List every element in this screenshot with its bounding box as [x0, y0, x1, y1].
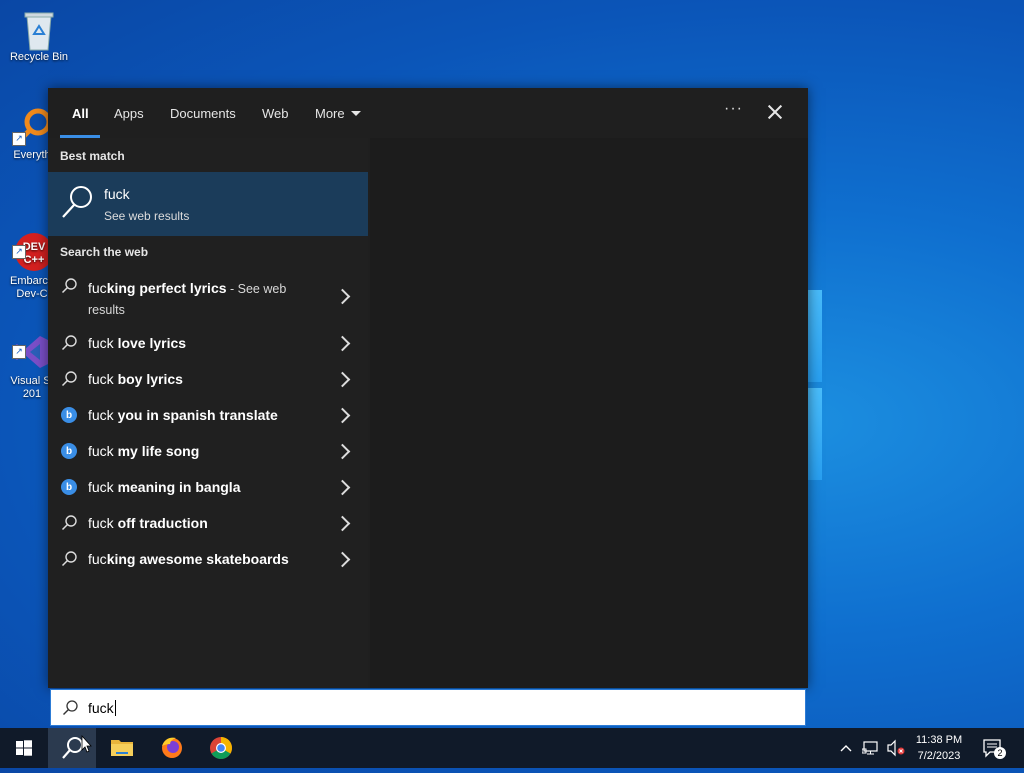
- taskbar: 11:38 PM 7/2/2023 2: [0, 728, 1024, 768]
- results-list: Best match fuck See web results Search t…: [48, 138, 368, 688]
- desktop-icon-label: Everyth: [13, 149, 51, 161]
- taskbar-search-button[interactable]: [48, 728, 96, 768]
- preview-pane: [370, 138, 808, 688]
- web-suggestion-item[interactable]: b fuck you in spanish translate: [48, 405, 368, 425]
- desktop-icon-recycle-bin[interactable]: Recycle Bin: [3, 8, 75, 64]
- tab-more-label: More: [315, 106, 345, 121]
- suggestion-completion: king perfect lyrics: [106, 280, 227, 296]
- taskbar-file-explorer[interactable]: [98, 728, 146, 768]
- firefox-icon: [162, 737, 182, 758]
- suggestion-completion: off traduction: [113, 515, 208, 531]
- network-icon[interactable]: [861, 739, 880, 757]
- web-suggestion-item[interactable]: fuck love lyrics: [48, 333, 368, 353]
- chevron-up-icon[interactable]: [838, 740, 854, 756]
- notifications-button[interactable]: 2: [982, 738, 1006, 760]
- clock-time: 11:38 PM: [915, 734, 963, 746]
- close-icon[interactable]: [765, 102, 785, 122]
- text-caret: [114, 700, 116, 716]
- web-suggestion-item[interactable]: fuck boy lyrics: [48, 369, 368, 389]
- folder-icon: [111, 740, 133, 756]
- best-match-title: fuck: [104, 186, 130, 202]
- search-web-heading: Search the web: [60, 245, 149, 259]
- search-icon: [61, 278, 77, 294]
- taskbar-chrome[interactable]: [197, 728, 245, 768]
- search-icon: [61, 515, 77, 531]
- more-options-button[interactable]: ···: [724, 100, 743, 118]
- windows-icon: [16, 740, 32, 756]
- tab-web[interactable]: Web: [262, 106, 289, 121]
- web-suggestion-item[interactable]: fucking perfect lyrics - See web results: [48, 278, 368, 320]
- search-icon: [61, 551, 77, 567]
- taskbar-firefox[interactable]: [148, 728, 196, 768]
- best-match-subtitle: See web results: [104, 209, 190, 223]
- search-icon: [61, 335, 77, 351]
- suggestion-completion: king awesome skateboards: [106, 551, 289, 567]
- suggestion-suffix-line2: results: [88, 303, 125, 317]
- notification-count: 2: [994, 747, 1006, 759]
- search-tabs: All Apps Documents Web More ···: [48, 88, 808, 138]
- suggestion-prefix: fuc: [88, 280, 107, 296]
- web-suggestion-item[interactable]: b fuck meaning in bangla: [48, 477, 368, 497]
- chevron-right-icon: [334, 443, 351, 460]
- magnifier-app-icon: ↗: [12, 106, 52, 146]
- suggestion-completion: meaning in bangla: [113, 479, 241, 495]
- devcpp-app-icon: DEV C++ ↗: [12, 219, 53, 271]
- suggestion-prefix: fuck: [88, 407, 114, 423]
- suggestion-prefix: fuck: [88, 515, 114, 531]
- chevron-right-icon: [334, 551, 351, 568]
- web-suggestion-item[interactable]: fuck off traduction: [48, 513, 368, 533]
- tab-all[interactable]: All: [72, 106, 89, 121]
- suggestion-completion: love lyrics: [113, 335, 187, 351]
- clock[interactable]: 11:38 PM 7/2/2023: [910, 732, 968, 764]
- svg-text:C++: C++: [24, 254, 45, 266]
- recycle-bin-icon: [19, 8, 59, 51]
- tab-documents[interactable]: Documents: [170, 106, 236, 121]
- search-input-value: fuck: [88, 700, 114, 716]
- bing-icon: b: [61, 443, 77, 459]
- bing-icon: b: [61, 407, 77, 423]
- suggestion-prefix: fuck: [88, 479, 114, 495]
- search-input[interactable]: fuck: [50, 689, 806, 726]
- suggestion-prefix: fuck: [88, 371, 114, 387]
- suggestion-suffix: - See web: [226, 282, 287, 296]
- shortcut-arrow-icon: ↗: [12, 245, 26, 259]
- search-panel: All Apps Documents Web More ··· Best mat…: [48, 88, 808, 688]
- desktop-icon-label: Recycle Bin: [9, 51, 69, 63]
- web-suggestion-item[interactable]: b fuck my life song: [48, 441, 368, 461]
- clock-date: 7/2/2023: [917, 750, 961, 762]
- visual-studio-app-icon: ↗: [12, 319, 52, 368]
- chevron-right-icon: [334, 335, 351, 352]
- chrome-icon: [210, 737, 232, 759]
- chevron-right-icon: [334, 515, 351, 532]
- shortcut-arrow-icon: ↗: [12, 345, 26, 359]
- suggestion-prefix: fuck: [88, 335, 114, 351]
- search-icon: [61, 371, 77, 387]
- volume-muted-icon[interactable]: [886, 739, 906, 757]
- chevron-down-icon: [350, 111, 361, 116]
- tab-more[interactable]: More: [315, 106, 361, 121]
- suggestion-completion: my life song: [113, 443, 200, 459]
- web-suggestion-item[interactable]: fucking awesome skateboards: [48, 549, 368, 569]
- best-match-item[interactable]: fuck See web results: [48, 172, 368, 236]
- chevron-right-icon: [334, 288, 351, 305]
- suggestion-completion: you in spanish translate: [113, 407, 278, 423]
- shortcut-arrow-icon: ↗: [12, 132, 26, 146]
- chevron-right-icon: [334, 479, 351, 496]
- suggestion-prefix: fuck: [88, 443, 114, 459]
- chevron-right-icon: [334, 371, 351, 388]
- best-match-heading: Best match: [60, 149, 125, 163]
- search-icon: [62, 734, 92, 759]
- search-icon: [60, 184, 96, 220]
- bing-icon: b: [61, 479, 77, 495]
- suggestion-prefix: fuc: [88, 551, 107, 567]
- start-button[interactable]: [0, 728, 48, 768]
- suggestion-completion: boy lyrics: [113, 371, 183, 387]
- svg-text:DEV: DEV: [23, 241, 46, 253]
- search-icon: [62, 700, 78, 716]
- chevron-right-icon: [334, 407, 351, 424]
- tab-apps[interactable]: Apps: [114, 106, 144, 121]
